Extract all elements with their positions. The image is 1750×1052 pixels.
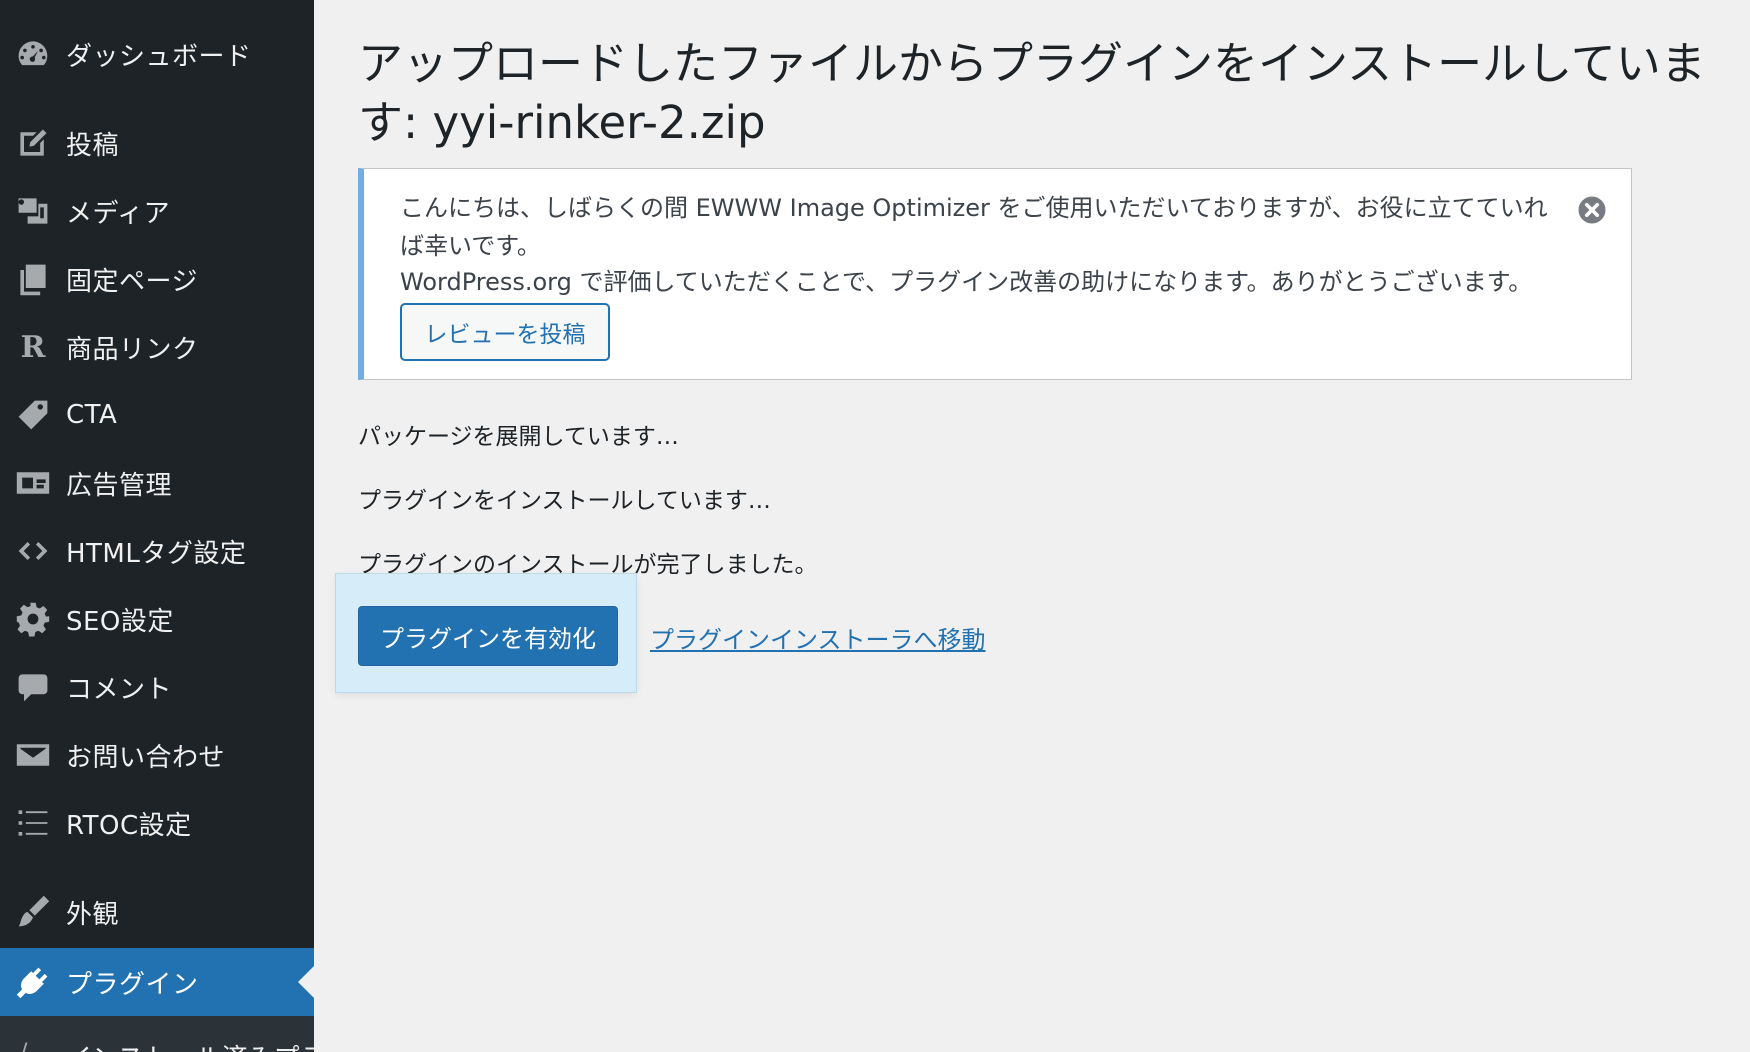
submenu-item-label: インストール済みプラグ xyxy=(66,1038,314,1052)
sidebar-item-label: SEO設定 xyxy=(66,606,174,637)
sidebar-item-rtoc[interactable]: RTOC設定 xyxy=(0,789,314,857)
sidebar-item-comments[interactable]: コメント xyxy=(0,653,314,721)
comment-icon xyxy=(0,653,66,721)
sidebar-item-seo[interactable]: SEO設定 xyxy=(0,585,314,653)
sidebar-item-html-tags[interactable]: HTMLタグ設定 xyxy=(0,517,314,585)
dashboard-icon xyxy=(0,20,66,88)
sidebar-item-dashboard[interactable]: ダッシュボード xyxy=(0,20,314,88)
sidebar-item-contact[interactable]: お問い合わせ xyxy=(0,721,314,789)
submenu-pointer-icon: / xyxy=(20,1040,27,1052)
sidebar-item-ads[interactable]: 広告管理 xyxy=(0,449,314,517)
plugin-icon xyxy=(0,948,66,1016)
rinker-r-icon: R xyxy=(20,329,46,365)
notice-text-2: WordPress.org で評価していただくことで、プラグイン改善の助けになり… xyxy=(400,268,1533,296)
sidebar-item-label: 固定ページ xyxy=(66,266,198,297)
page-title: アップロードしたファイルからプラグインをインストールしています: yyi-rin… xyxy=(358,37,1706,149)
sidebar-item-media[interactable]: メディア xyxy=(0,177,314,245)
sidebar-item-label: ダッシュボード xyxy=(66,41,252,72)
sidebar-item-posts[interactable]: 投稿 xyxy=(0,109,314,177)
sidebar-item-label: 投稿 xyxy=(66,130,120,161)
sidebar-item-plugins[interactable]: プラグイン xyxy=(0,948,314,1016)
sidebar-item-label: お問い合わせ xyxy=(66,742,226,773)
admin-sidebar: ダッシュボード 投稿 メディア 固定ページ R 商品リンク CTA 広告管理 H… xyxy=(0,0,314,1052)
sidebar-item-pages[interactable]: 固定ページ xyxy=(0,245,314,313)
post-review-button[interactable]: レビューを投稿 xyxy=(400,303,610,361)
sidebar-item-label: コメント xyxy=(66,674,173,705)
activate-plugin-button[interactable]: プラグインを有効化 xyxy=(358,606,618,666)
sidebar-item-label: メディア xyxy=(66,198,171,229)
posts-icon xyxy=(0,109,66,177)
ad-icon xyxy=(0,449,66,517)
sidebar-item-label: RTOC設定 xyxy=(66,810,192,841)
main-content: アップロードしたファイルからプラグインをインストールしています: yyi-rin… xyxy=(314,0,1750,1052)
status-installing: プラグインをインストールしています… xyxy=(358,488,771,514)
sidebar-submenu-installed-plugins[interactable]: / インストール済みプラグ xyxy=(0,1016,314,1052)
sidebar-item-label: 広告管理 xyxy=(66,470,173,501)
notice-text-1: こんにちは、しばらくの間 EWWW Image Optimizer をご使用いた… xyxy=(400,194,1548,260)
pages-icon xyxy=(0,245,66,313)
sidebar-item-label: HTMLタグ設定 xyxy=(66,538,247,569)
sidebar-item-product-links[interactable]: R 商品リンク xyxy=(0,313,314,381)
dismiss-notice-icon[interactable] xyxy=(1577,195,1607,225)
status-unpacking: パッケージを展開しています… xyxy=(358,424,679,450)
tag-icon xyxy=(0,381,66,449)
list-icon xyxy=(0,789,66,857)
activate-highlight: プラグインを有効化 xyxy=(336,574,636,692)
plugin-installer-link[interactable]: プラグインインストーラへ移動 xyxy=(650,620,986,655)
brush-icon xyxy=(0,878,66,946)
code-icon xyxy=(0,517,66,585)
sidebar-item-cta[interactable]: CTA xyxy=(0,381,314,449)
media-icon xyxy=(0,177,66,245)
sidebar-item-label: 商品リンク xyxy=(66,334,199,365)
sidebar-item-label: 外観 xyxy=(66,899,120,930)
sidebar-item-label: プラグイン xyxy=(66,969,199,1000)
gear-icon xyxy=(0,585,66,653)
review-notice: こんにちは、しばらくの間 EWWW Image Optimizer をご使用いた… xyxy=(358,168,1632,380)
mail-icon xyxy=(0,721,66,789)
sidebar-item-label: CTA xyxy=(66,400,118,430)
sidebar-item-appearance[interactable]: 外観 xyxy=(0,878,314,946)
